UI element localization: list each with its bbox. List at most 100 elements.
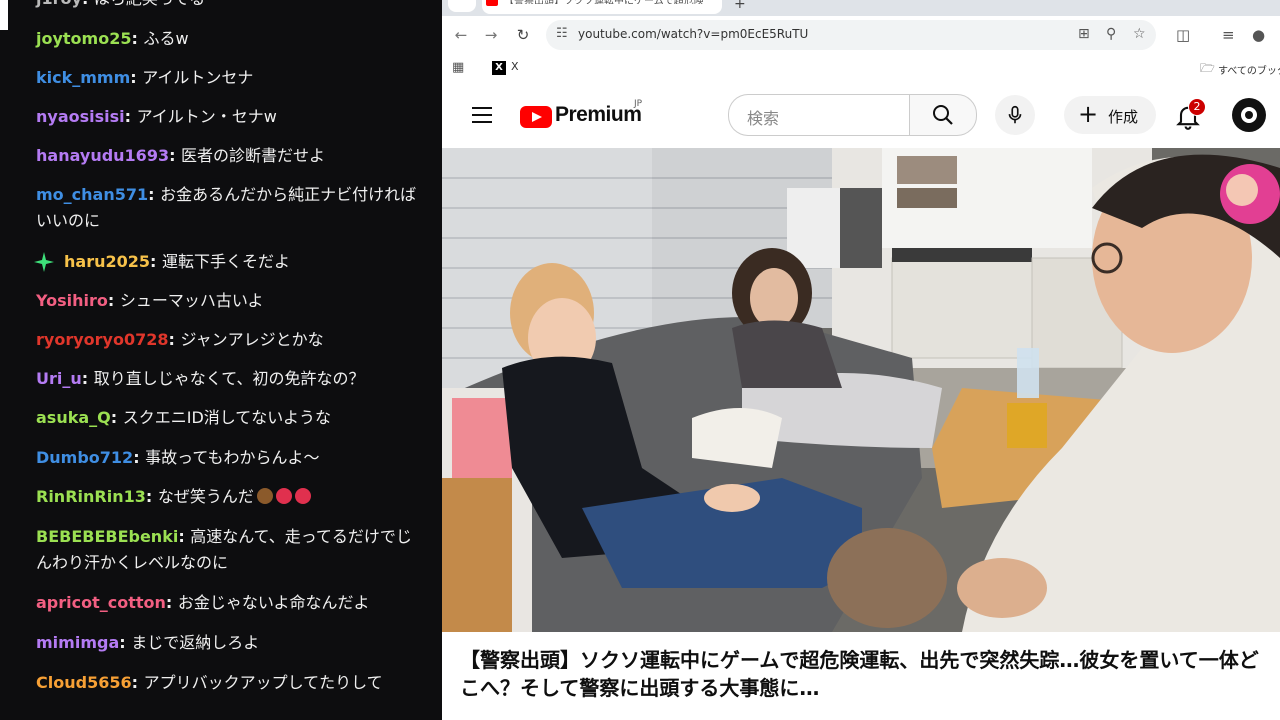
chat-username[interactable]: hanayudu1693 xyxy=(36,146,181,165)
chat-message: apricot_cottonお金じゃないよ命なんだよ xyxy=(36,590,432,616)
plus-icon: + xyxy=(1078,100,1099,128)
chat-username[interactable]: j1roy xyxy=(36,0,94,8)
chat-message: Dumbo712事故ってもわからんよ〜 xyxy=(36,445,432,471)
chat-text: 運転下手くそだよ xyxy=(161,252,290,271)
chat-text: アプリバックアップしてたりして xyxy=(143,673,383,692)
tab-previous[interactable] xyxy=(448,0,476,12)
chat-text: アイルトン・セナw xyxy=(136,107,277,126)
sparkle-badge-icon xyxy=(34,252,54,272)
chat-username[interactable]: kick_mmm xyxy=(36,68,142,87)
chat-text-continued: んわり汗かくレベルなのに xyxy=(36,553,229,572)
bookmark-x[interactable]: X xyxy=(511,60,519,73)
search-input[interactable]: 検索 xyxy=(728,94,909,136)
poop-emote xyxy=(256,488,273,504)
chat-text: お金あるんだから純正ナビ付ければ xyxy=(160,185,417,204)
chat-username[interactable]: haru2025 xyxy=(64,252,162,271)
video-frame xyxy=(442,148,1280,632)
chat-username[interactable]: mo_chan571 xyxy=(36,185,160,204)
chat-text: 事故ってもわからんよ〜 xyxy=(145,448,320,467)
chat-username[interactable]: ryoryoryo0728 xyxy=(36,330,180,349)
chat-username[interactable]: nyaosisisi xyxy=(36,107,137,126)
chat-message: haru2025運転下手くそだよ xyxy=(34,249,432,275)
new-tab-icon[interactable]: + xyxy=(734,0,746,12)
logo-region: JP xyxy=(634,99,643,109)
x-logo-icon[interactable]: X xyxy=(492,61,506,75)
chat-text: シューマッハ古いよ xyxy=(119,291,264,310)
chat-message: j1royほら絶笑ってる xyxy=(36,0,432,12)
chat-text: 医者の診断書だせよ xyxy=(181,146,326,165)
chat-message: ryoryoryo0728ジャンアレジとかな xyxy=(36,327,432,353)
apps-grid-icon[interactable]: ▦ xyxy=(452,60,464,75)
tab-strip: 【警察出頭】ソクソ運転中にゲームで超危険運転、出先で突然失踪…彼女を置いて一体ど… xyxy=(442,0,1280,16)
avatar-icon xyxy=(1241,107,1257,123)
notification-badge: 2 xyxy=(1188,98,1206,116)
voice-search-button[interactable] xyxy=(995,95,1035,135)
chat-message: Cloud5656アプリバックアップしてたりして xyxy=(36,670,432,696)
avatar[interactable] xyxy=(1232,98,1266,132)
browser-toolbar: ← → ↻ ☷ youtube.com/watch?v=pm0EcE5RuTU … xyxy=(442,16,1280,54)
chat-text: お金じゃないよ命なんだよ xyxy=(177,593,370,612)
search-button[interactable] xyxy=(909,94,977,136)
zoom-icon[interactable]: ⚲ xyxy=(1106,26,1116,42)
extensions-icon[interactable]: ◫ xyxy=(1176,26,1190,44)
chat-text: ジャンアレジとかな xyxy=(180,330,324,349)
chat-username[interactable]: Uri_u xyxy=(36,369,94,388)
all-bookmarks[interactable]: すべてのブックマーク xyxy=(1218,62,1280,77)
bookmarks-bar: ▦ X X 🗁 すべてのブックマーク xyxy=(442,54,1280,84)
chat-username[interactable]: RinRinRin13 xyxy=(36,487,158,506)
chat-username[interactable]: BEBEBEBEbenki xyxy=(36,527,190,546)
youtube-logo-text[interactable]: Premium xyxy=(555,103,642,127)
chat-message: Uri_u取り直しじゃなくて、初の免許なの？ xyxy=(36,366,432,392)
chat-text: アイルトンセナ xyxy=(142,68,254,87)
chat-message: joytomo25ふるw xyxy=(36,26,432,52)
chat-message: mimimgaまじで返納しろよ xyxy=(36,630,432,656)
chat-text: ふるw xyxy=(143,29,189,48)
youtube-header: Premium JP 検索 + 作成 2 xyxy=(442,84,1280,148)
microphone-icon xyxy=(1008,105,1022,124)
address-bar[interactable]: ☷ youtube.com/watch?v=pm0EcE5RuTU ⊞ ⚲ ☆ xyxy=(546,20,1156,50)
chat-username[interactable]: mimimga xyxy=(36,633,131,652)
create-button[interactable]: + 作成 xyxy=(1064,96,1156,134)
url-text[interactable]: youtube.com/watch?v=pm0EcE5RuTU xyxy=(578,27,808,41)
chat-message: mo_chan571お金あるんだから純正ナビ付ければいいのに xyxy=(36,182,432,234)
chat-username[interactable]: asuka_Q xyxy=(36,408,123,427)
reload-icon[interactable]: ↻ xyxy=(512,24,534,46)
chat-username[interactable]: joytomo25 xyxy=(36,29,143,48)
chat-message: hanayudu1693医者の診断書だせよ xyxy=(36,143,432,169)
forward-icon[interactable]: → xyxy=(480,24,502,46)
search-placeholder: 検索 xyxy=(747,109,780,128)
chat-message: asuka_QスクエニID消してないような xyxy=(36,405,432,431)
chat-text: 取り直しじゃなくて、初の免許なの？ xyxy=(93,369,365,388)
chat-message: nyaosisisiアイルトン・セナw xyxy=(36,104,432,130)
site-settings-icon[interactable]: ☷ xyxy=(556,26,568,41)
menu-icon[interactable] xyxy=(472,107,492,123)
chat-message: Yosihiroシューマッハ古いよ xyxy=(36,288,432,314)
chat-message: kick_mmmアイルトンセナ xyxy=(36,65,432,91)
browser-window: 【警察出頭】ソクソ運転中にゲームで超危険運転、出先で突然失踪…彼女を置いて一体ど… xyxy=(442,0,1280,720)
chat-top-edge xyxy=(0,0,8,30)
media-controls-icon[interactable]: ≡ xyxy=(1222,26,1235,44)
chat-username[interactable]: Yosihiro xyxy=(36,291,120,310)
chat-username[interactable]: apricot_cotton xyxy=(36,593,178,612)
video-player[interactable] xyxy=(442,148,1280,632)
profile-icon[interactable]: ● xyxy=(1252,26,1265,44)
chat-text: まじで返納しろよ xyxy=(131,633,260,652)
chat-text: なぜ笑うんだ xyxy=(157,487,254,506)
youtube-favicon-icon xyxy=(486,0,498,6)
chat-text: スクエニID消してないような xyxy=(122,408,331,427)
create-label: 作成 xyxy=(1108,108,1139,126)
install-app-icon[interactable]: ⊞ xyxy=(1078,26,1090,42)
chat-text: ほら絶笑ってる xyxy=(94,0,205,8)
folder-icon[interactable]: 🗁 xyxy=(1200,59,1215,80)
chat-username[interactable]: Dumbo712 xyxy=(36,448,145,467)
chat-username[interactable]: Cloud5656 xyxy=(36,673,144,692)
anger-emote xyxy=(294,488,311,504)
chat-message: BEBEBEBEbenki高速なんて、走ってるだけでじんわり汗かくレベルなのに xyxy=(36,524,432,576)
chat-message: RinRinRin13なぜ笑うんだ xyxy=(36,484,432,510)
bookmark-star-icon[interactable]: ☆ xyxy=(1133,26,1146,42)
tab-title: 【警察出頭】ソクソ運転中にゲームで超危険運転、出先で突然失踪…彼女を置いて一体ど… xyxy=(504,0,704,4)
search-icon xyxy=(933,105,953,125)
youtube-logo-icon[interactable] xyxy=(520,106,552,128)
tab-youtube[interactable]: 【警察出頭】ソクソ運転中にゲームで超危険運転、出先で突然失踪…彼女を置いて一体ど… xyxy=(482,0,722,14)
back-icon[interactable]: ← xyxy=(450,24,472,46)
